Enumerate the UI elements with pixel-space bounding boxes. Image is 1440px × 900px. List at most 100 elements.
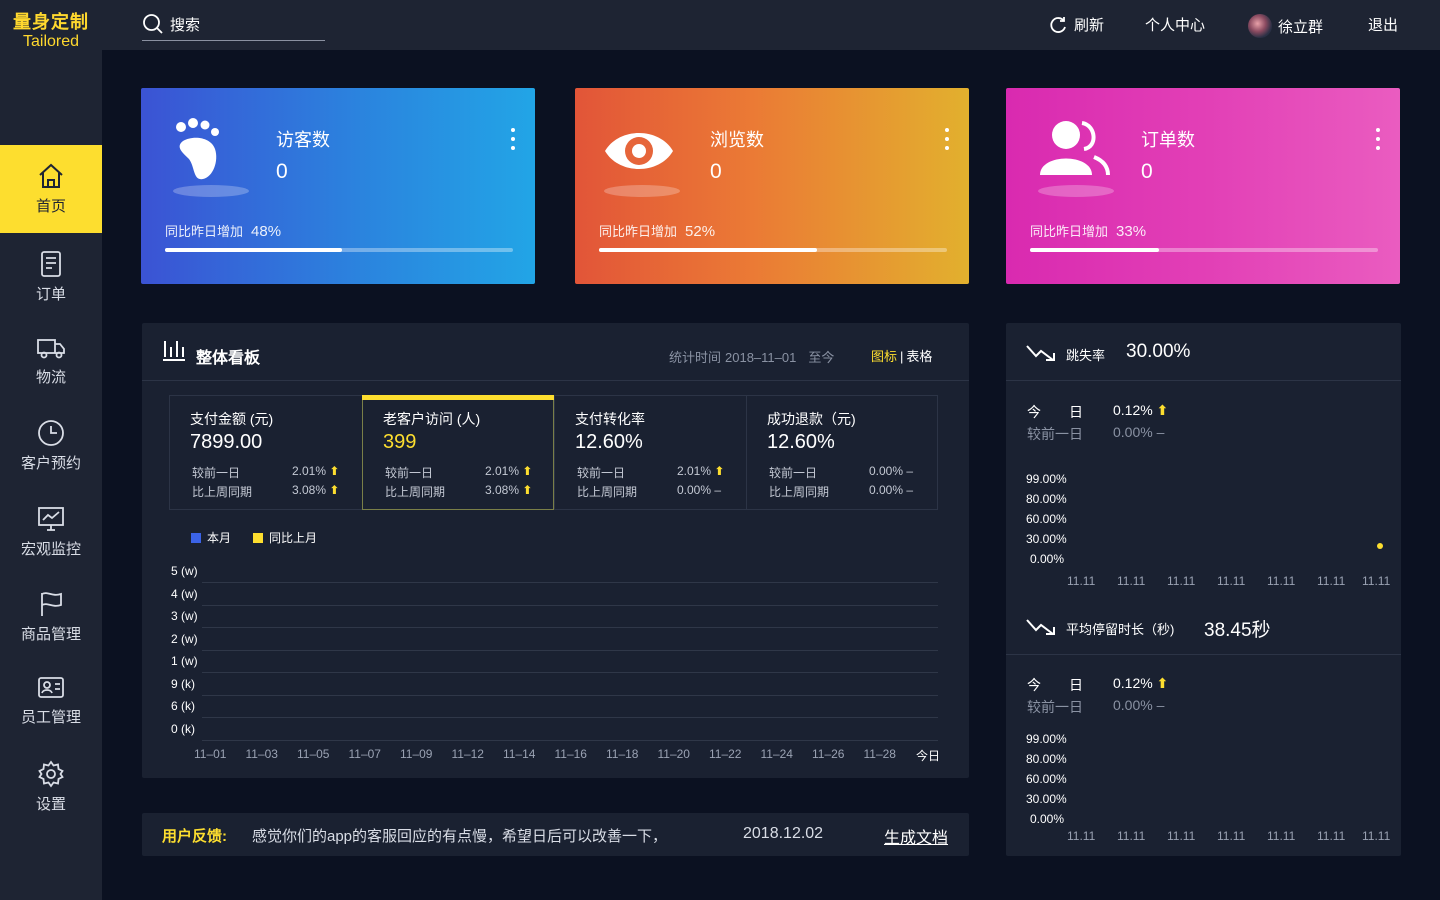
feedback-label: 用户反馈: — [162, 828, 227, 845]
kpi-row: 支付金额 (元) 7899.00 较前一日 2.01% ⬆ 比上周同期 3.08% … — [169, 395, 938, 510]
x-tick-label: 11.11 — [1067, 829, 1096, 843]
sidebar-item-label: 物流 — [35, 369, 66, 386]
sidebar-item-settings[interactable]: 设置 — [0, 743, 102, 829]
y-tick-label: 99.00% — [1026, 472, 1067, 486]
x-tick-label: 11–14 — [503, 747, 536, 761]
y-tick-label: 0 (k) — [171, 721, 195, 736]
more-icon[interactable] — [945, 128, 949, 155]
x-tick-label: 11.11 — [1317, 829, 1346, 843]
refresh-button[interactable]: 刷新 — [1048, 14, 1104, 35]
kpi-compare-value: 0.00% – — [869, 483, 914, 497]
legend-swatch — [253, 532, 264, 543]
card-title: 访客数 — [276, 130, 330, 150]
grid-line — [202, 627, 938, 628]
x-tick-label: 11–03 — [245, 747, 278, 761]
kpi-title: 成功退款（元) — [767, 411, 856, 427]
monitor-icon — [38, 507, 64, 531]
logo-text-en: Tailored — [22, 33, 80, 50]
logout-label: 退出 — [1368, 17, 1399, 34]
sidebar-item-appointment[interactable]: 客户预约 — [0, 402, 102, 488]
kpi-returning-visitors[interactable]: 老客户访问 (人) 399 较前一日 2.01% ⬆ 比上周同期 3.08% ⬆ — [362, 395, 554, 510]
kpi-conversion[interactable]: 支付转化率 12.60% 较前一日 2.01% ⬆ 比上周同期 0.00% – — [554, 396, 746, 509]
users-icon — [1038, 121, 1114, 197]
y-tick-label: 60.00% — [1026, 512, 1067, 526]
card-compare-pct: 48% — [251, 223, 282, 240]
chart-view-toggle[interactable]: 图标 — [871, 349, 897, 364]
x-tick-label: 11.11 — [1362, 829, 1391, 843]
row-label: 较前一日 — [1027, 426, 1083, 442]
kpi-compare-value: 2.01% — [292, 464, 327, 478]
card-compare: 同比昨日增加 48% — [165, 221, 281, 240]
generate-document-button[interactable]: 生成文档 — [884, 824, 948, 848]
kpi-title: 支付金额 (元) — [190, 411, 274, 427]
visitors-card: 访客数 0 同比昨日增加 48% — [141, 88, 535, 284]
flag-icon — [41, 592, 62, 616]
search-input[interactable]: 搜索 — [142, 10, 325, 41]
more-icon[interactable] — [1376, 128, 1380, 155]
more-icon[interactable] — [511, 128, 515, 155]
x-tick-label: 今日 — [916, 749, 941, 763]
bar-chart-icon — [163, 341, 185, 361]
sidebar-item-label: 订单 — [35, 286, 66, 303]
x-tick-label: 11–16 — [554, 747, 587, 761]
x-tick-label: 11.11 — [1067, 574, 1096, 588]
legend-item[interactable]: 同比上月 — [253, 529, 317, 546]
feedback-content: 感觉你们的app的客服回应的有点慢，希望日后可以改善一下， — [252, 828, 668, 845]
view-switch: 图标 | 表格 — [871, 346, 932, 365]
switch-separator: | — [900, 349, 904, 364]
arrow-up-icon: ⬆ — [329, 483, 340, 497]
grid-line — [202, 604, 938, 606]
logout-button[interactable]: 退出 — [1368, 14, 1398, 35]
card-value: 0 — [276, 160, 288, 183]
orders-card: 订单数 0 同比昨日增加 33% — [1006, 88, 1400, 284]
card-title: 浏览数 — [710, 130, 764, 150]
card-compare-pct: 33% — [1116, 223, 1147, 240]
legend-label: 同比上月 — [269, 531, 318, 545]
x-tick-label: 11–24 — [760, 747, 793, 761]
legend-swatch — [191, 532, 201, 543]
sidebar: 量身定制 Tailored 首页 订单 物流 客户预约 宏观监控 商品管理 员工… — [0, 0, 102, 900]
profile-link[interactable]: 个人中心 — [1145, 14, 1205, 35]
row-value: 0.00% – — [1113, 697, 1165, 713]
sidebar-item-home[interactable]: 首页 — [0, 145, 102, 233]
overview-board: 整体看板 统计时间 2018–11–01 至今 图标 | 表格 支付金额 (元) 789… — [142, 323, 969, 778]
sidebar-item-label: 首页 — [35, 198, 66, 215]
user-menu[interactable]: 徐立群 — [1248, 14, 1323, 38]
board-header: 整体看板 统计时间 2018–11–01 至今 图标 | 表格 — [142, 323, 969, 381]
y-tick-label: 4 (w) — [171, 586, 198, 601]
gear-icon — [38, 760, 64, 788]
kpi-compare-label: 较前一日 — [192, 466, 241, 480]
row-value: 0.12% — [1113, 675, 1153, 691]
kpi-compare-label: 比上周同期 — [769, 485, 830, 499]
board-time: 统计时间 2018–11–01 至今 — [665, 347, 834, 366]
chart-legend: 本月 同比上月 — [191, 529, 317, 546]
table-view-toggle[interactable]: 表格 — [906, 349, 932, 364]
sidebar-item-label: 设置 — [35, 796, 66, 813]
clock-icon — [38, 420, 64, 446]
sidebar-item-orders[interactable]: 订单 — [0, 233, 102, 319]
sidebar-item-monitor[interactable]: 宏观监控 — [0, 488, 102, 574]
feedback-bar: 用户反馈: 感觉你们的app的客服回应的有点慢，希望日后可以改善一下， 2018… — [142, 813, 969, 856]
sidebar-item-logistics[interactable]: 物流 — [0, 316, 102, 402]
card-compare-label: 同比昨日增加 — [165, 224, 244, 239]
trend-down-icon — [1026, 619, 1055, 635]
sidebar-item-staff[interactable]: 员工管理 — [0, 656, 102, 742]
x-tick-label: 11–05 — [297, 747, 330, 761]
row-value: 0.00% – — [1113, 424, 1165, 440]
avatar — [1248, 14, 1272, 38]
arrow-up-icon: ⬆ — [329, 464, 340, 478]
row-value: 0.12% — [1113, 402, 1153, 418]
grid-line — [202, 694, 938, 696]
logo[interactable]: 量身定制 Tailored — [0, 0, 102, 60]
grid-line — [202, 717, 938, 718]
legend-item[interactable]: 本月 — [191, 529, 231, 546]
x-tick-label: 11.11 — [1167, 574, 1196, 588]
kpi-payment[interactable]: 支付金额 (元) 7899.00 较前一日 2.01% ⬆ 比上周同期 3.08% … — [170, 396, 362, 509]
y-tick-label: 3 (w) — [171, 609, 198, 623]
card-progress-fill — [1030, 248, 1159, 252]
feedback-date: 2018.12.02 — [743, 825, 824, 842]
kpi-refund[interactable]: 成功退款（元) 12.60% 较前一日 0.00% – 比上周同期 0.00% – — [746, 396, 938, 509]
y-tick-label: 80.00% — [1026, 752, 1067, 766]
sidebar-item-products[interactable]: 商品管理 — [0, 573, 102, 659]
card-progress — [165, 248, 513, 252]
